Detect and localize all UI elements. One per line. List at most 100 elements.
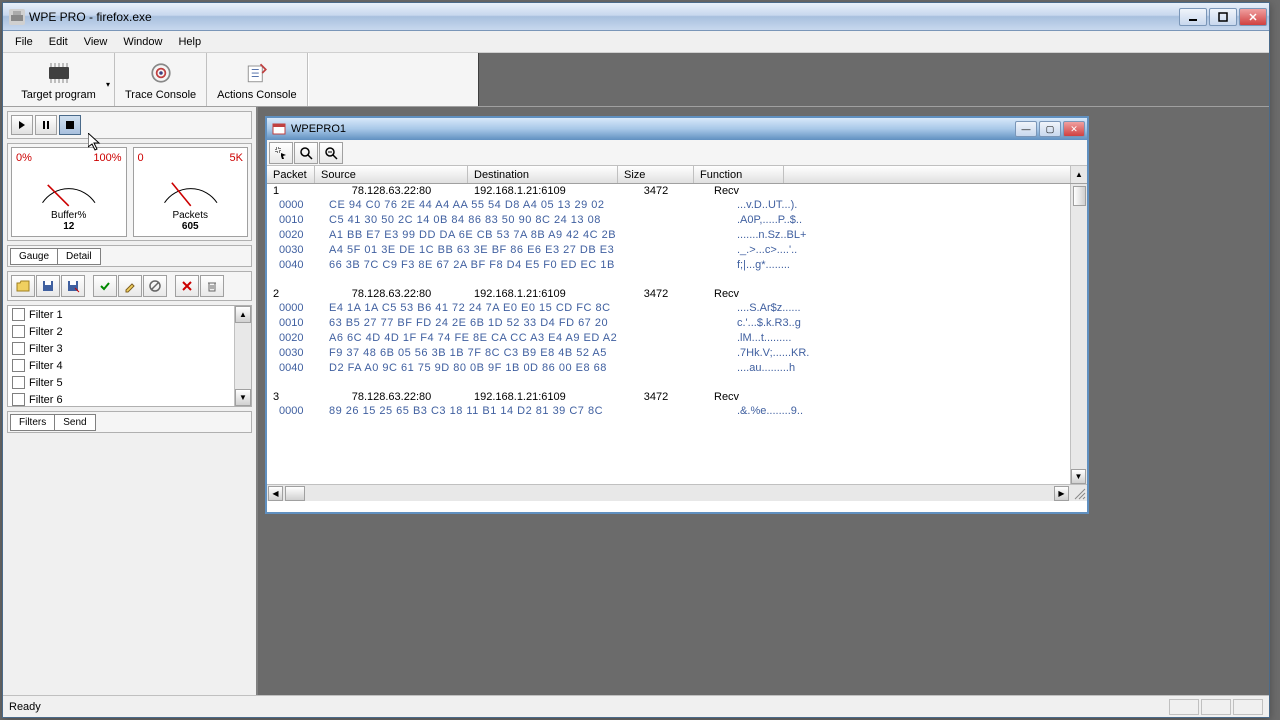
filter-checkbox[interactable] xyxy=(12,325,25,338)
open-filter-button[interactable] xyxy=(11,275,35,297)
filter-checkbox[interactable] xyxy=(12,376,25,389)
pause-button[interactable] xyxy=(35,115,57,135)
save-as-filter-button[interactable] xyxy=(61,275,85,297)
actions-console-button[interactable]: Actions Console xyxy=(207,53,308,106)
clear-filters-button[interactable] xyxy=(200,275,224,297)
chevron-down-icon: ▾ xyxy=(106,80,110,89)
grid-hscroll[interactable]: ◀ ▶ xyxy=(267,484,1087,501)
grid-scroll-up-icon[interactable]: ▲ xyxy=(1070,166,1087,183)
child-titlebar[interactable]: WPEPRO1 — ▢ ✕ xyxy=(267,118,1087,140)
hex-line[interactable]: 0020A6 6C 4D 4D 1F F4 74 FE 8E CA CC A3 … xyxy=(267,331,1087,346)
grid-body[interactable]: 178.128.63.22:80192.168.1.21:61093472Rec… xyxy=(267,184,1087,484)
tab-filters[interactable]: Filters xyxy=(10,414,55,431)
hex-line[interactable]: 000089 26 15 25 65 B3 C3 18 11 B1 14 D2 … xyxy=(267,404,1087,419)
child-close-button[interactable]: ✕ xyxy=(1063,121,1085,137)
save-filter-button[interactable] xyxy=(36,275,60,297)
hex-line[interactable]: 0030F9 37 48 6B 05 56 3B 1B 7F 8C C3 B9 … xyxy=(267,346,1087,361)
child-minimize-button[interactable]: — xyxy=(1015,121,1037,137)
col-destination[interactable]: Destination xyxy=(468,166,618,183)
filter-item[interactable]: Filter 2 xyxy=(8,323,251,340)
filter-checkbox[interactable] xyxy=(12,359,25,372)
hscroll-left-icon[interactable]: ◀ xyxy=(268,486,283,501)
filter-label: Filter 5 xyxy=(29,377,63,389)
play-button[interactable] xyxy=(11,115,33,135)
check-filter-button[interactable] xyxy=(93,275,117,297)
gauges-panel: 0%100% Buffer% 12 05K Packets 605 xyxy=(7,143,252,241)
filter-item[interactable]: Filter 6 xyxy=(8,391,251,406)
edit-filter-button[interactable] xyxy=(118,275,142,297)
zoom-tool-button[interactable] xyxy=(294,142,318,164)
menu-help[interactable]: Help xyxy=(170,33,209,51)
filter-item[interactable]: Filter 4 xyxy=(8,357,251,374)
select-tool-button[interactable] xyxy=(269,142,293,164)
filter-item[interactable]: Filter 3 xyxy=(8,340,251,357)
hex-line[interactable]: 0000E4 1A 1A C5 53 B6 41 72 24 7A E0 E0 … xyxy=(267,301,1087,316)
hex-line[interactable]: 0010C5 41 30 50 2C 14 0B 84 86 83 50 90 … xyxy=(267,213,1087,228)
hex-line[interactable]: 0000CE 94 C0 76 2E 44 A4 AA 55 54 D8 A4 … xyxy=(267,198,1087,213)
menubar: File Edit View Window Help xyxy=(3,31,1269,53)
hscroll-thumb[interactable] xyxy=(285,486,305,501)
child-window-icon xyxy=(271,121,287,137)
find-tool-button[interactable] xyxy=(319,142,343,164)
hex-line[interactable]: 0040D2 FA A0 9C 61 75 9D 80 0B 9F 1B 0D … xyxy=(267,361,1087,376)
resize-grip-icon[interactable] xyxy=(1072,486,1087,501)
col-source[interactable]: Source xyxy=(315,166,468,183)
left-panel: 0%100% Buffer% 12 05K Packets 605 Gauge … xyxy=(3,107,258,695)
filter-label: Filter 2 xyxy=(29,326,63,338)
packet-row[interactable]: 178.128.63.22:80192.168.1.21:61093472Rec… xyxy=(267,184,1087,198)
col-size[interactable]: Size xyxy=(618,166,694,183)
packet-row[interactable]: 378.128.63.22:80192.168.1.21:61093472Rec… xyxy=(267,390,1087,404)
buffer-value: 12 xyxy=(16,221,122,232)
child-title: WPEPRO1 xyxy=(291,123,1015,135)
packets-min: 0 xyxy=(138,152,144,164)
hex-line[interactable]: 004066 3B 7C C9 F3 8E 67 2A BF F8 D4 E5 … xyxy=(267,258,1087,273)
tab-detail[interactable]: Detail xyxy=(57,248,101,265)
hex-line[interactable]: 0020A1 BB E7 E3 99 DD DA 6E CB 53 7A 8B … xyxy=(267,228,1087,243)
hex-line[interactable]: 001063 B5 27 77 BF FD 24 2E 6B 1D 52 33 … xyxy=(267,316,1087,331)
filter-checkbox[interactable] xyxy=(12,342,25,355)
stop-button[interactable] xyxy=(59,115,81,135)
filter-list: Filter 1 Filter 2 Filter 3Filter 4 Filter 5… xyxy=(7,305,252,407)
status-cell-3 xyxy=(1233,699,1263,715)
packets-gauge: 05K Packets 605 xyxy=(133,147,249,237)
menu-window[interactable]: Window xyxy=(115,33,170,51)
maximize-button[interactable] xyxy=(1209,8,1237,26)
scroll-up-icon[interactable]: ▲ xyxy=(235,306,251,323)
grid-scroll-down-icon[interactable]: ▼ xyxy=(1071,469,1086,484)
tab-gauge[interactable]: Gauge xyxy=(10,248,58,265)
filter-item[interactable]: Filter 1 xyxy=(8,306,251,323)
menu-edit[interactable]: Edit xyxy=(41,33,76,51)
tab-send[interactable]: Send xyxy=(54,414,95,431)
delete-filter-button[interactable] xyxy=(175,275,199,297)
col-function[interactable]: Function xyxy=(694,166,784,183)
filter-checkbox[interactable] xyxy=(12,308,25,321)
close-button[interactable] xyxy=(1239,8,1267,26)
child-toolbar xyxy=(267,140,1087,166)
trace-console-button[interactable]: Trace Console xyxy=(115,53,207,106)
actions-icon xyxy=(241,59,273,87)
packet-row[interactable]: 278.128.63.22:80192.168.1.21:61093472Rec… xyxy=(267,287,1087,301)
main-titlebar[interactable]: WPE PRO - firefox.exe xyxy=(3,3,1269,31)
filter-item[interactable]: Filter 5 xyxy=(8,374,251,391)
filter-toolbar xyxy=(7,271,252,301)
actions-console-label: Actions Console xyxy=(217,89,297,101)
filter-scrollbar[interactable]: ▲ ▼ xyxy=(234,306,251,406)
menu-view[interactable]: View xyxy=(76,33,116,51)
col-packet[interactable]: Packet xyxy=(267,166,315,183)
child-maximize-button[interactable]: ▢ xyxy=(1039,121,1061,137)
minimize-button[interactable] xyxy=(1179,8,1207,26)
packet-window: WPEPRO1 — ▢ ✕ Packet Source Destination … xyxy=(265,116,1089,514)
vscroll-thumb[interactable] xyxy=(1073,186,1086,206)
grid-vscroll[interactable]: ▼ xyxy=(1070,184,1087,484)
status-text: Ready xyxy=(9,701,41,713)
scroll-down-icon[interactable]: ▼ xyxy=(235,389,251,406)
target-program-button[interactable]: Target program ▾ xyxy=(3,53,115,106)
status-cell-2 xyxy=(1201,699,1231,715)
buffer-min: 0% xyxy=(16,152,32,164)
hscroll-right-icon[interactable]: ▶ xyxy=(1054,486,1069,501)
menu-file[interactable]: File xyxy=(7,33,41,51)
filter-checkbox[interactable] xyxy=(12,393,25,406)
toggle-filter-button[interactable] xyxy=(143,275,167,297)
hex-line[interactable]: 0030A4 5F 01 3E DE 1C BB 63 3E BF 86 E6 … xyxy=(267,243,1087,258)
main-toolbar: Target program ▾ Trace Console Actions C… xyxy=(3,53,1269,107)
